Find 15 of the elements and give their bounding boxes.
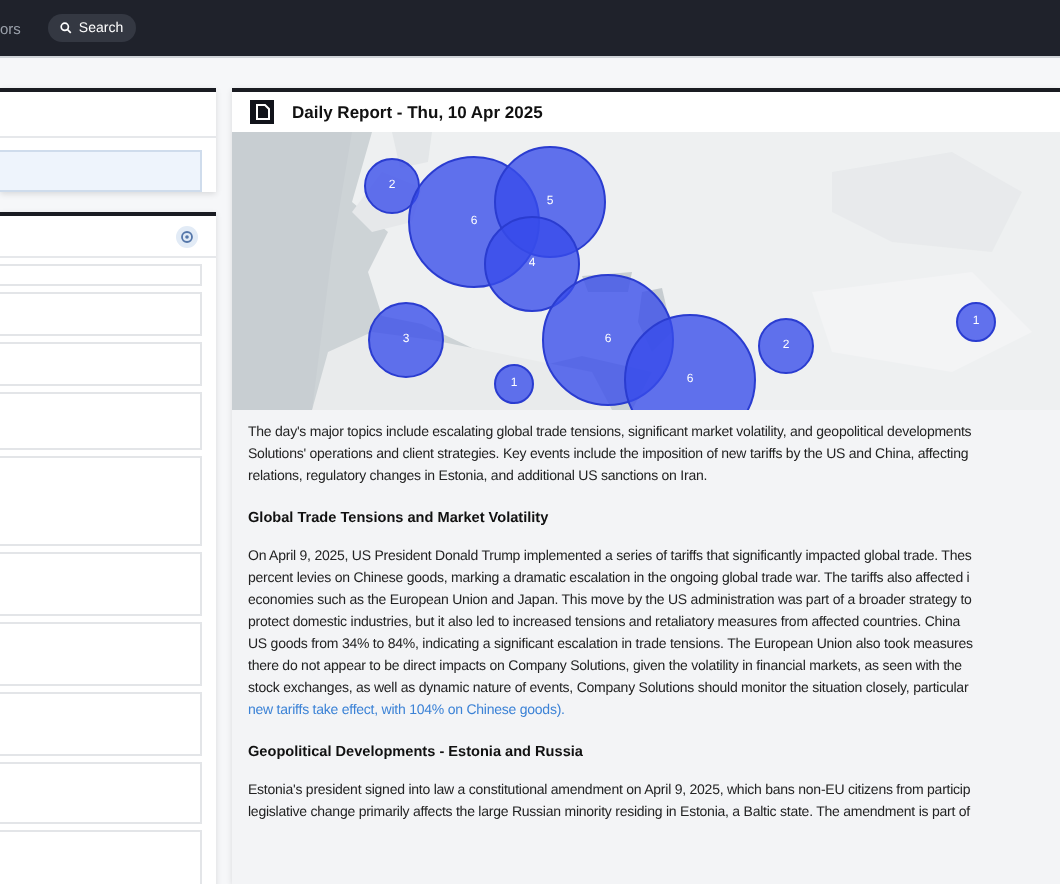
list-item[interactable] — [0, 762, 202, 824]
document-icon — [250, 100, 274, 124]
list-item[interactable] — [0, 342, 202, 386]
list-item[interactable] — [0, 552, 202, 616]
input-field[interactable] — [0, 150, 202, 192]
search-icon — [60, 22, 73, 34]
report-title: Daily Report - Thu, 10 Apr 2025 — [292, 102, 543, 122]
list-item[interactable] — [0, 830, 202, 884]
list-item[interactable] — [0, 692, 202, 756]
list-item[interactable] — [0, 292, 202, 336]
list-item[interactable] — [0, 264, 202, 286]
list-item[interactable] — [0, 392, 202, 450]
list-item[interactable] — [0, 456, 202, 546]
add-icon[interactable] — [176, 225, 198, 247]
list-item[interactable] — [0, 622, 202, 686]
